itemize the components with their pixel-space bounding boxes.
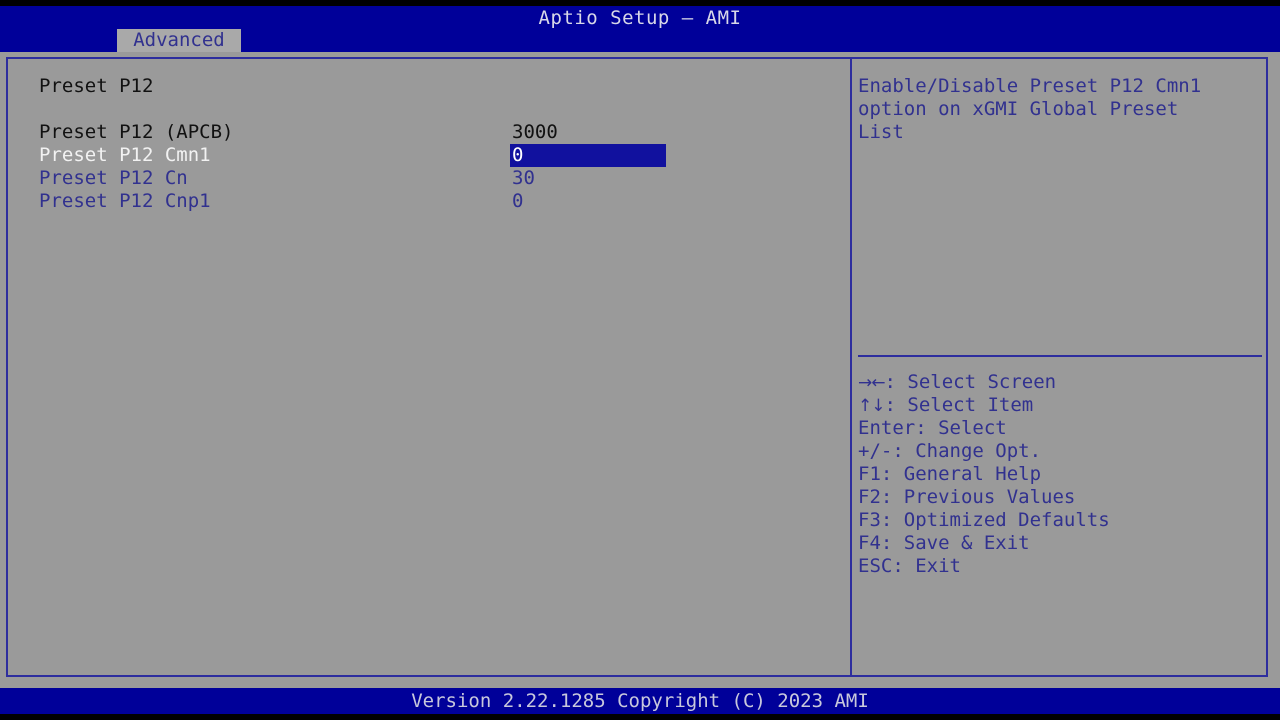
legend-select-screen: →←: Select Screen [858, 371, 1262, 394]
legend-select-item: ↑↓: Select Item [858, 394, 1262, 417]
bottom-black-strip [0, 714, 1280, 720]
table-row[interactable]: Preset P12 Cnp1 0 [8, 190, 850, 213]
section-title: Preset P12 [39, 75, 154, 97]
window-title: Aptio Setup – AMI [538, 7, 742, 29]
table-row[interactable]: Preset P12 (APCB) 3000 [8, 121, 850, 144]
legend-exit: ESC: Exit [858, 555, 961, 577]
legend-text: : Select Item [884, 394, 1034, 416]
legend-text: : Select Screen [884, 371, 1057, 393]
setting-label: Preset P12 Cnp1 [39, 190, 211, 212]
setting-value[interactable]: 0 [510, 190, 523, 213]
help-line: Enable/Disable Preset P12 Cmn1 [858, 75, 1202, 97]
help-pane: Enable/Disable Preset P12 Cmn1 option on… [852, 59, 1266, 675]
legend-optimized-defaults: F3: Optimized Defaults [858, 509, 1110, 531]
bios-setup-screen: Aptio Setup – AMI Advanced Preset P12 Pr… [0, 0, 1280, 720]
table-row-selected[interactable]: Preset P12 Cmn1 0 [8, 144, 850, 167]
settings-pane: Preset P12 Preset P12 (APCB) 3000 Preset… [8, 59, 850, 675]
setting-value[interactable]: 3000 [510, 121, 558, 144]
settings-row-list: Preset P12 (APCB) 3000 Preset P12 Cmn1 0… [8, 121, 850, 213]
legend-general-help: F1: General Help [858, 463, 1042, 485]
legend-enter-select: Enter: Select [858, 417, 1007, 439]
help-line: List [858, 121, 904, 143]
setting-label: Preset P12 Cn [39, 167, 188, 189]
key-legend: →←: Select Screen ↑↓: Select Item Enter:… [858, 371, 1262, 578]
legend-previous-values: F2: Previous Values [858, 486, 1076, 508]
table-row[interactable]: Preset P12 Cn 30 [8, 167, 850, 190]
tab-advanced[interactable]: Advanced [117, 29, 241, 52]
footer-version-text: Version 2.22.1285 Copyright (C) 2023 AMI [411, 690, 869, 712]
legend-save-and-exit: F4: Save & Exit [858, 532, 1030, 554]
help-description: Enable/Disable Preset P12 Cmn1 option on… [858, 75, 1262, 144]
legend-change-opt: +/-: Change Opt. [858, 440, 1042, 462]
setting-value[interactable]: 30 [510, 167, 535, 190]
setting-label: Preset P12 Cmn1 [39, 144, 211, 166]
help-divider [858, 355, 1262, 357]
setting-value-selected[interactable]: 0 [510, 144, 666, 167]
up-down-arrow-icon: ↑↓ [858, 396, 885, 416]
help-line: option on xGMI Global Preset [858, 98, 1179, 120]
left-right-arrow-icon: →← [858, 373, 885, 393]
setting-label: Preset P12 (APCB) [39, 121, 234, 143]
